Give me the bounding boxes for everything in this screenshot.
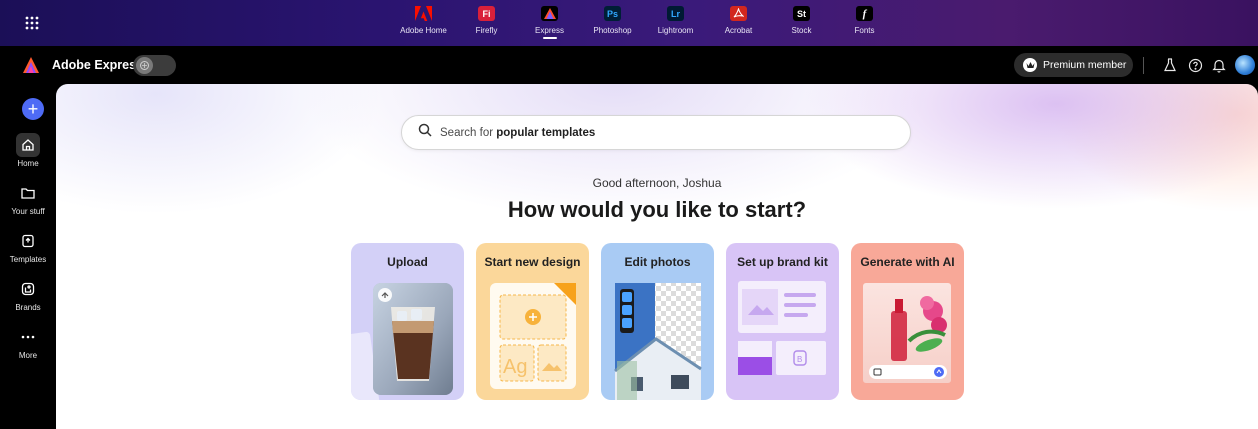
- app-firefly[interactable]: Fi Firefly: [455, 6, 518, 39]
- nav-item-your-stuff[interactable]: Your stuff: [0, 181, 56, 216]
- generate-ai-illustration-icon: [863, 283, 951, 383]
- left-nav-rail: + Home Your stuff Templates Brands More: [0, 84, 56, 429]
- nav-label: Your stuff: [11, 207, 45, 216]
- search-placeholder: Search for popular templates: [440, 127, 595, 139]
- theme-toggle[interactable]: [133, 55, 176, 76]
- header-divider: [1143, 57, 1144, 74]
- app-list: Adobe Home Fi Firefly Express Ps Photosh…: [392, 6, 896, 39]
- app-label: Acrobat: [724, 26, 753, 35]
- toggle-knob-icon: [136, 57, 153, 74]
- card-title: Edit photos: [624, 255, 691, 269]
- app-photoshop[interactable]: Ps Photoshop: [581, 6, 644, 39]
- new-design-illustration-icon: Ag: [490, 283, 576, 389]
- app-label: Express: [535, 26, 564, 35]
- app-label: Lightroom: [657, 26, 694, 35]
- upload-illustration-icon: [351, 283, 453, 400]
- search-icon: [418, 123, 432, 142]
- brand-kit-illustration-icon: B: [738, 281, 826, 375]
- premium-label: Premium member: [1043, 59, 1127, 71]
- edit-photos-illustration-icon: [614, 283, 702, 400]
- svg-text:B: B: [797, 355, 802, 364]
- nav-label: Brands: [15, 303, 41, 312]
- plus-icon: +: [27, 99, 39, 119]
- brands-icon: [16, 277, 40, 301]
- search-placeholder-bold: popular templates: [496, 126, 596, 139]
- quick-start-cards: Upload Start new design Ag Edit photos S…: [351, 243, 964, 400]
- help-icon[interactable]: [1186, 56, 1204, 74]
- app-label: Fonts: [854, 26, 875, 35]
- lightroom-icon: Lr: [667, 6, 684, 21]
- brand-name: Adobe Express: [52, 58, 144, 72]
- express-icon: [541, 6, 558, 21]
- create-new-button[interactable]: +: [22, 98, 44, 120]
- adobe-express-logo-icon[interactable]: [22, 56, 40, 74]
- nav-label: Home: [17, 159, 39, 168]
- acrobat-icon: [730, 6, 747, 21]
- app-express[interactable]: Express: [518, 6, 581, 39]
- app-label: Adobe Home: [400, 26, 447, 35]
- adobe-icon: [415, 6, 432, 21]
- main-content: Search for popular templates Good aftern…: [56, 84, 1258, 429]
- brand-kit-card[interactable]: Set up brand kit B: [726, 243, 839, 400]
- user-avatar[interactable]: [1235, 55, 1255, 75]
- card-title: Generate with AI: [860, 255, 955, 269]
- nav-item-brands[interactable]: Brands: [0, 277, 56, 312]
- svg-text:Ag: Ag: [503, 356, 527, 378]
- app-adobe-home[interactable]: Adobe Home: [392, 6, 455, 39]
- upload-card[interactable]: Upload: [351, 243, 464, 400]
- active-app-underline: [542, 37, 557, 39]
- app-fonts[interactable]: f Fonts: [833, 6, 896, 39]
- generate-with-ai-card[interactable]: Generate with AI: [851, 243, 964, 400]
- nav-item-templates[interactable]: Templates: [0, 229, 56, 264]
- start-new-design-card[interactable]: Start new design Ag: [476, 243, 589, 400]
- greeting-text: Good afternoon, Joshua: [592, 176, 722, 190]
- app-acrobat[interactable]: Acrobat: [707, 6, 770, 39]
- labs-flask-icon[interactable]: [1161, 56, 1179, 74]
- crown-icon: [1023, 58, 1037, 72]
- notifications-bell-icon[interactable]: [1210, 56, 1228, 74]
- more-icon: [16, 325, 40, 349]
- search-placeholder-prefix: Search for: [440, 126, 497, 139]
- nav-item-more[interactable]: More: [0, 325, 56, 360]
- app-label: Photoshop: [593, 26, 632, 35]
- app-stock[interactable]: St Stock: [770, 6, 833, 39]
- photoshop-icon: Ps: [604, 6, 621, 21]
- firefly-icon: Fi: [478, 6, 495, 21]
- app-label: Firefly: [475, 26, 498, 35]
- app-switcher-bar: Adobe Home Fi Firefly Express Ps Photosh…: [0, 0, 1258, 46]
- app-lightroom[interactable]: Lr Lightroom: [644, 6, 707, 39]
- folder-icon: [16, 181, 40, 205]
- edit-photos-card[interactable]: Edit photos: [601, 243, 714, 400]
- app-header: Adobe Express Premium member: [0, 46, 1258, 84]
- app-label: Stock: [791, 26, 812, 35]
- nav-label: More: [18, 351, 38, 360]
- home-icon: [16, 133, 40, 157]
- stock-icon: St: [793, 6, 810, 21]
- card-title: Set up brand kit: [737, 255, 828, 269]
- template-search-input[interactable]: Search for popular templates: [401, 115, 911, 150]
- card-title: Start new design: [484, 255, 581, 269]
- nav-item-home[interactable]: Home: [0, 133, 56, 168]
- nav-label: Templates: [9, 255, 47, 264]
- page-headline: How would you like to start?: [507, 197, 807, 222]
- card-title: Upload: [387, 255, 428, 269]
- fonts-icon: f: [856, 6, 873, 21]
- premium-member-button[interactable]: Premium member: [1014, 53, 1133, 77]
- app-grid-icon[interactable]: [22, 13, 42, 33]
- templates-icon: [16, 229, 40, 253]
